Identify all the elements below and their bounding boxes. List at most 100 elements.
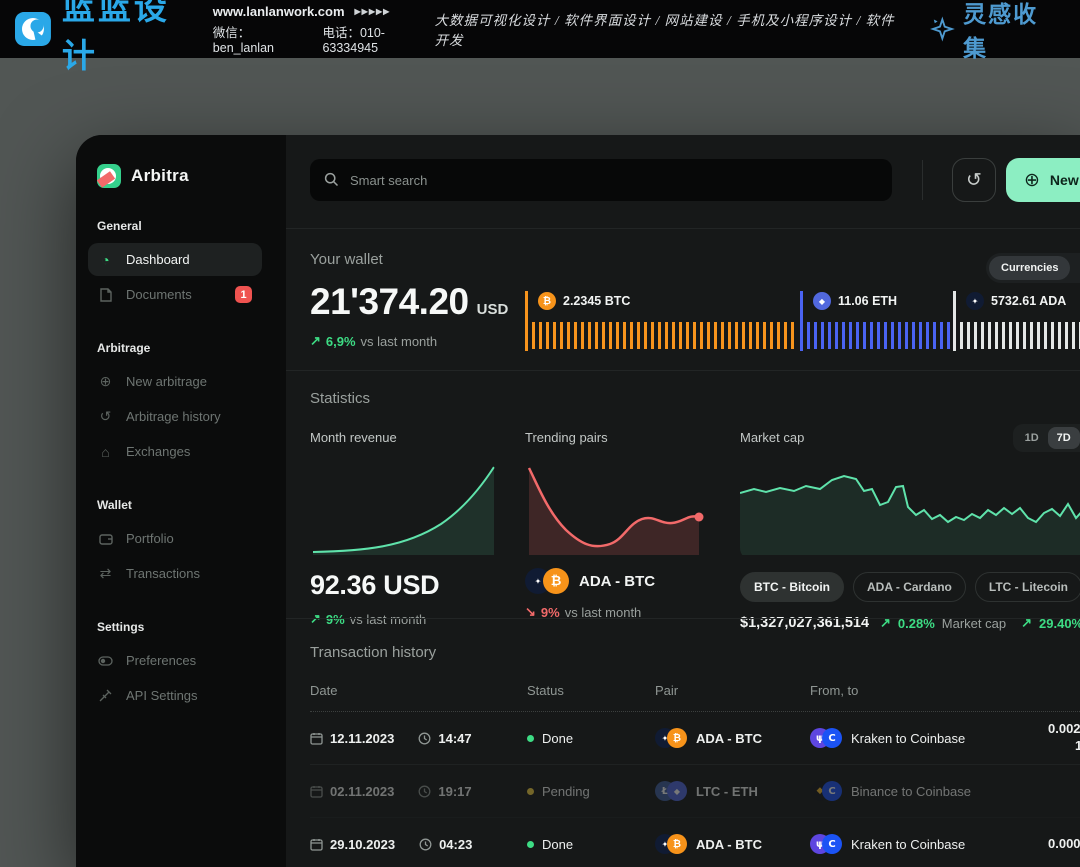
plus-circle-icon: ⊕ — [1024, 169, 1040, 192]
holdings-bar: ₿ 2.2345 BTC ◆ 11.06 ETH — [525, 291, 1080, 351]
sidebar-item-label: Arbitrage history — [126, 409, 221, 424]
coinbase-icon: C — [822, 834, 842, 854]
search-wrap — [310, 159, 892, 201]
document-icon — [97, 288, 114, 302]
coinbase-icon: C — [822, 781, 842, 801]
sidebar-item-dashboard[interactable]: ◔ Dashboard — [88, 243, 262, 276]
exchange-icon: ⌂ — [97, 444, 114, 460]
col-pair: Pair — [655, 683, 810, 698]
chip-btc[interactable]: BTC - Bitcoin — [740, 572, 844, 602]
arbitra-brand-text: Arbitra — [131, 166, 189, 186]
inspiration-collect-button[interactable]: 灵感收集 — [930, 0, 1058, 63]
month-revenue-card: Month revenue 92.36 USD ↗ 9% vs last mon… — [310, 430, 497, 631]
topbar: ↺ ⊕ New arbitrage — [310, 158, 1080, 202]
transaction-history-section: Transaction history Date Status Pair Fro… — [310, 644, 1080, 867]
search-input[interactable] — [310, 159, 892, 201]
sidebar-section-general: General — [76, 219, 286, 233]
txn-amount: 0.0000 — [1048, 836, 1080, 853]
route-label: Kraken to Coinbase — [851, 731, 965, 746]
col-date: Date — [310, 683, 527, 698]
new-arbitrage-button[interactable]: ⊕ New arbitrage — [1006, 158, 1080, 202]
txn-pair: ✦ ₿ ADA - BTC — [655, 728, 810, 748]
sidebar-item-exchanges[interactable]: ⌂ Exchanges — [88, 435, 262, 468]
status-dot-done — [527, 841, 534, 848]
range-1d[interactable]: 1D — [1016, 427, 1048, 449]
sidebar-item-arbitrage-history[interactable]: ↺ Arbitrage history — [88, 400, 262, 433]
page: 蓝蓝设计 www.lanlanwork.com ▶▶▶▶▶ 微信：ben_lan… — [0, 0, 1080, 867]
table-row[interactable]: 02.11.2023 19:17 Pending Ł — [310, 765, 1080, 818]
calendar-icon — [310, 838, 323, 851]
market-cap-chart — [740, 463, 1080, 560]
sidebar-item-label: Documents — [126, 287, 192, 302]
txn-route: ψ C Kraken to Coinbase — [810, 728, 1048, 748]
sidebar-item-label: Preferences — [126, 653, 196, 668]
toggle-currencies[interactable]: Currencies — [989, 256, 1070, 280]
trending-pair: ✦ ₿ ADA - BTC — [525, 568, 712, 594]
table-row[interactable]: 12.11.2023 14:47 Done ✦ — [310, 712, 1080, 765]
month-revenue-label: Month revenue — [310, 430, 497, 445]
sidebar-item-label: Dashboard — [126, 252, 190, 267]
calendar-icon — [310, 785, 323, 798]
sidebar-item-new-arbitrage[interactable]: ⊕ New arbitrage — [88, 365, 262, 398]
toggle-icon — [97, 656, 114, 666]
status-label: Pending — [542, 784, 590, 799]
history-icon: ↺ — [97, 408, 114, 425]
txn-time: 14:47 — [438, 731, 471, 746]
history-button[interactable]: ↺ — [952, 158, 996, 202]
statistics-section: Statistics Month revenue 92.36 USD ↗ — [310, 390, 1080, 610]
site-header: 蓝蓝设计 www.lanlanwork.com ▶▶▶▶▶ 微信：ben_lan… — [0, 0, 1080, 58]
divider — [286, 228, 1080, 229]
txn-time: 19:17 — [438, 784, 471, 799]
eth-icon: ◆ — [667, 781, 687, 801]
sidebar-item-label: Exchanges — [126, 444, 190, 459]
toggle-exchanges[interactable]: Exchanges — [1070, 256, 1080, 280]
col-from-to: From, to — [810, 683, 1048, 698]
holding-segment-eth[interactable]: ◆ 11.06 ETH — [800, 291, 953, 351]
month-revenue-value: 92.36 USD — [310, 570, 497, 601]
arrow-up-icon: ↗ — [310, 333, 321, 349]
arrows-decoration: ▶▶▶▶▶ — [355, 7, 391, 16]
chip-ltc[interactable]: LTC - Litecoin — [975, 572, 1080, 602]
btc-icon: ₿ — [667, 728, 687, 748]
btc-icon: ₿ — [667, 834, 687, 854]
range-toggle: 1D 7D 1M — [1013, 424, 1080, 452]
table-header: Date Status Pair From, to — [310, 683, 1080, 712]
holding-segment-ada[interactable]: ✦ 5732.61 ADA — [953, 291, 1080, 351]
sidebar-section-arbitrage: Arbitrage — [76, 341, 286, 355]
chip-ada[interactable]: ADA - Cardano — [853, 572, 966, 602]
balance-currency: USD — [477, 301, 509, 318]
sidebar: Arbitra General ◔ Dashboard Documents 1 … — [76, 135, 286, 867]
lanlan-logo[interactable]: 蓝蓝设计 — [14, 0, 199, 77]
services-list: 大数据可视化设计 / 软件界面设计 / 网站建设 / 手机及小程序设计 / 软件… — [435, 9, 901, 49]
wechat-id: 微信：ben_lanlan — [213, 22, 307, 55]
sidebar-item-preferences[interactable]: Preferences — [88, 644, 262, 677]
market-cap-card: Market cap 1D 7D 1M — [740, 430, 1080, 631]
sidebar-item-documents[interactable]: Documents 1 — [88, 278, 262, 311]
delta-note: vs last month — [361, 334, 438, 349]
trending-pairs-card: Trending pairs ✦ ₿ — [525, 430, 712, 631]
range-7d[interactable]: 7D — [1048, 427, 1080, 449]
btc-icon: ₿ — [538, 292, 556, 310]
site-url[interactable]: www.lanlanwork.com — [213, 4, 345, 19]
arbitra-logo[interactable]: Arbitra — [76, 163, 286, 189]
delta-value: 9% — [326, 612, 345, 627]
swap-arrows-icon: ⇄ — [97, 565, 114, 582]
holding-segment-btc[interactable]: ₿ 2.2345 BTC — [525, 291, 800, 351]
pair-name: ADA - BTC — [579, 573, 655, 590]
statistics-title: Statistics — [310, 390, 1080, 407]
pair-icons: ✦ ₿ — [525, 568, 569, 594]
table-row[interactable]: 29.10.2023 04:23 Done ✦ — [310, 818, 1080, 867]
sidebar-item-api-settings[interactable]: API Settings — [88, 679, 262, 712]
month-revenue-delta: ↗ 9% vs last month — [310, 611, 497, 627]
clock-icon — [419, 838, 432, 851]
holding-amount: 2.2345 BTC — [563, 294, 630, 308]
collect-label: 灵感收集 — [963, 0, 1058, 63]
pair-label: ADA - BTC — [696, 731, 762, 746]
txn-route: ψ C Kraken to Coinbase — [810, 834, 1048, 854]
sidebar-item-label: API Settings — [126, 688, 198, 703]
topbar-divider — [922, 160, 923, 200]
delta-value: 6,9% — [326, 334, 356, 349]
clock-icon — [418, 785, 431, 798]
sidebar-item-transactions[interactable]: ⇄ Transactions — [88, 557, 262, 590]
sidebar-item-portfolio[interactable]: Portfolio — [88, 522, 262, 555]
